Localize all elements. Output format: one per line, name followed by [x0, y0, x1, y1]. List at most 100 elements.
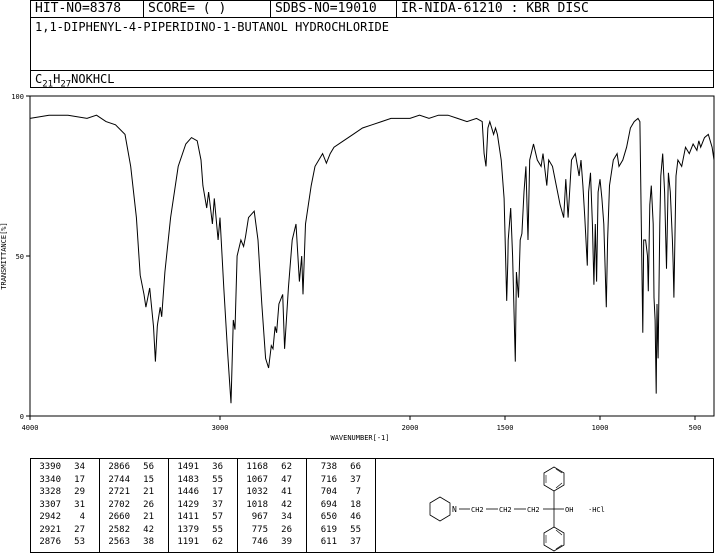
peak-transmittance: 42 [281, 499, 292, 510]
y-tick-label: 100 [11, 93, 24, 101]
peak-row: 1379 55 [173, 525, 223, 535]
peak-wavenumber: 1491 [177, 462, 199, 472]
transmittance-curve [29, 114, 715, 404]
peak-transmittance: 17 [74, 474, 85, 485]
x-tick-label: 3000 [212, 424, 229, 432]
peak-transmittance: 62 [212, 537, 223, 547]
hydroxyl-label: OH [565, 506, 573, 514]
peak-transmittance: 21 [143, 512, 154, 522]
salt-label: ·HCl [588, 506, 605, 514]
peak-transmittance: 39 [281, 537, 292, 547]
peak-row: 2721 21 [104, 487, 154, 497]
peak-transmittance: 46 [350, 512, 361, 522]
phenyl-ring-bottom [543, 526, 565, 552]
peak-row: 2744 15 [104, 475, 154, 485]
peak-transmittance: 7 [355, 487, 361, 497]
peak-row: 1168 62 [242, 462, 292, 472]
peak-wavenumber: 704 [320, 487, 337, 497]
y-axis-label: TRANSMITTANCE[%] [0, 222, 8, 289]
peak-row: 611 37 [311, 537, 361, 547]
peak-transmittance: 17 [212, 487, 223, 497]
peak-row: 746 39 [242, 537, 292, 547]
peak-column: 3390 34 3340 17 3328 29 3307 31 2942 4 2921 27 2876 5… [31, 459, 100, 552]
peak-row: 2660 21 [104, 512, 154, 522]
peak-wavenumber: 3328 [39, 487, 61, 497]
peak-row: 619 55 [311, 525, 361, 535]
peak-transmittance: 41 [281, 487, 292, 497]
ch2-label-1: CH2 [471, 506, 484, 514]
peak-transmittance: 18 [350, 499, 361, 510]
peak-transmittance: 37 [350, 474, 361, 485]
phenyl-ring-top [543, 466, 565, 492]
peak-transmittance: 55 [212, 524, 223, 535]
peak-row: 694 18 [311, 500, 361, 510]
peak-row: 1018 42 [242, 500, 292, 510]
peak-wavenumber: 619 [320, 524, 337, 535]
header-id-row: HIT-NO=8378 SCORE= ( ) SDBS-NO=19010 IR-… [30, 0, 714, 18]
peak-transmittance: 55 [350, 524, 361, 535]
x-tick-label: 2000 [402, 424, 419, 432]
peak-row: 2876 53 [35, 537, 85, 547]
peak-row: 716 37 [311, 475, 361, 485]
ch2-label-3: CH2 [527, 506, 540, 514]
peak-transmittance: 42 [143, 524, 154, 535]
peak-wavenumber: 650 [320, 512, 337, 522]
y-axis: 100 50 0 [11, 93, 30, 421]
compound-box: 1,1-DIPHENYL-4-PIPERIDINO-1-BUTANOL HYDR… [30, 17, 714, 89]
peak-row: 967 34 [242, 512, 292, 522]
peak-wavenumber: 2876 [39, 537, 61, 547]
peak-wavenumber: 2702 [108, 499, 130, 510]
peak-wavenumber: 694 [320, 499, 337, 510]
peak-row: 2582 42 [104, 525, 154, 535]
peak-transmittance: 38 [143, 537, 154, 547]
peak-transmittance: 34 [281, 512, 292, 522]
hit-number: HIT-NO=8378 [35, 1, 122, 16]
peak-transmittance: 26 [281, 524, 292, 535]
ir-identifier: IR-NIDA-61210 : KBR DISC [401, 1, 589, 16]
peak-row: 704 7 [311, 487, 361, 497]
peak-row: 1067 47 [242, 475, 292, 485]
x-tick-label: 1500 [497, 424, 514, 432]
peak-transmittance: 34 [74, 462, 85, 472]
peak-transmittance: 62 [281, 462, 292, 472]
peak-transmittance: 57 [212, 512, 223, 522]
peak-transmittance: 27 [74, 524, 85, 535]
peak-row: 3328 29 [35, 487, 85, 497]
peak-row: 775 26 [242, 525, 292, 535]
peak-row: 2866 56 [104, 462, 154, 472]
peak-column: 2866 56 2744 15 2721 21 2702 26 2660 21 2582 42 2563… [100, 459, 169, 552]
peak-transmittance: 36 [212, 462, 223, 472]
peak-row: 1191 62 [173, 537, 223, 547]
peak-wavenumber: 1379 [177, 524, 199, 535]
x-tick-label: 1000 [592, 424, 609, 432]
peak-row: 650 46 [311, 512, 361, 522]
y-tick-label: 50 [16, 253, 24, 261]
peak-row: 1411 57 [173, 512, 223, 522]
x-axis: 4000 3000 2000 1500 1000 500 [22, 416, 701, 432]
peak-wavenumber: 1067 [246, 474, 268, 485]
peak-wavenumber: 775 [251, 524, 268, 535]
formula-rest: NOKHCL [71, 72, 115, 86]
piperidine-ring [429, 496, 451, 522]
peak-wavenumber: 611 [320, 537, 337, 547]
double-bond [555, 482, 563, 489]
peak-row: 2921 27 [35, 525, 85, 535]
peak-row: 1483 55 [173, 475, 223, 485]
peak-wavenumber: 3390 [39, 462, 61, 472]
peak-wavenumber: 2866 [108, 462, 130, 472]
plot-frame [29, 95, 715, 417]
peak-transmittance: 21 [143, 487, 154, 497]
score: SCORE= ( ) [148, 1, 227, 16]
double-bond [555, 529, 563, 536]
peak-wavenumber: 1429 [177, 499, 199, 510]
peak-wavenumber: 1032 [246, 487, 268, 497]
peak-wavenumber: 3340 [39, 474, 61, 485]
peak-wavenumber: 1018 [246, 499, 268, 510]
peak-wavenumber: 1191 [177, 537, 199, 547]
peak-transmittance: 31 [74, 499, 85, 510]
peak-wavenumber: 1168 [246, 462, 268, 472]
x-tick-label: 4000 [22, 424, 39, 432]
peak-column: 738 66 716 37 704 7 694 18 650 46 619 55 611 37 [307, 459, 376, 552]
peak-transmittance: 37 [350, 537, 361, 547]
peak-transmittance: 66 [350, 462, 361, 472]
